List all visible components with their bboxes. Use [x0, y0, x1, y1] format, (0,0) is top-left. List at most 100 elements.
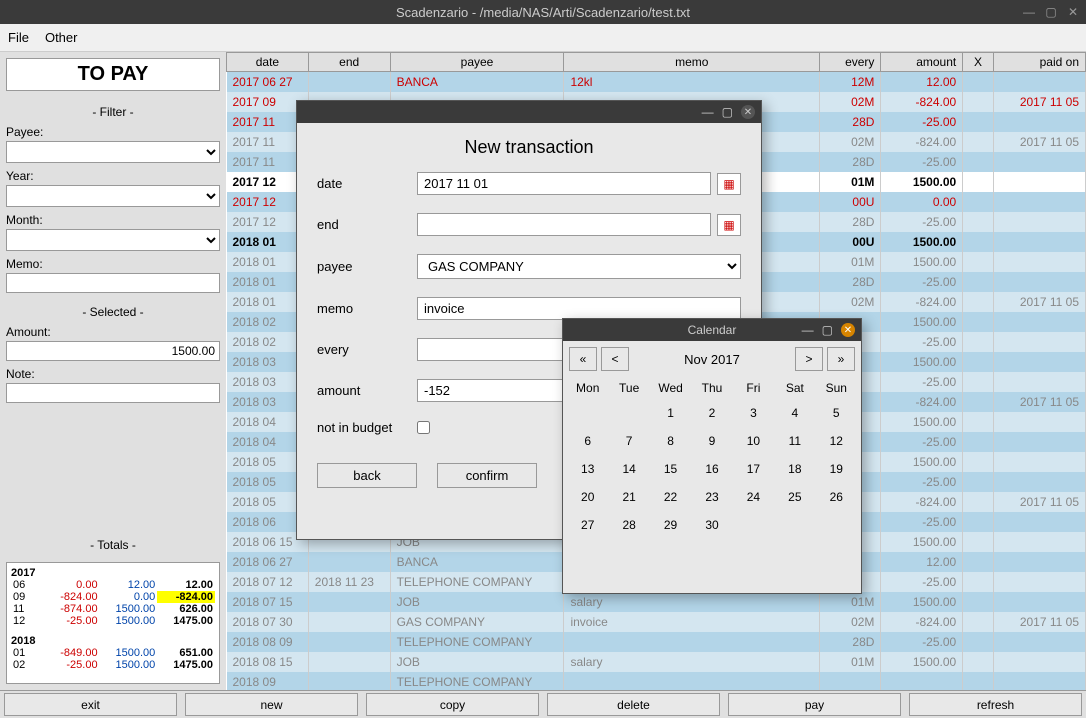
year-label: Year:	[6, 169, 220, 183]
calendar-day[interactable]: 4	[774, 399, 815, 427]
nt-payee-select[interactable]: GAS COMPANY	[417, 254, 741, 279]
calendar-day[interactable]: 6	[567, 427, 608, 455]
calendar-day[interactable]: 5	[816, 399, 857, 427]
header-x[interactable]: X	[963, 53, 994, 72]
calendar-day[interactable]: 15	[650, 455, 691, 483]
calendar-day[interactable]: 7	[608, 427, 649, 455]
calendar-day[interactable]: 23	[691, 483, 732, 511]
calendar-day[interactable]: 9	[691, 427, 732, 455]
new-button[interactable]: new	[185, 693, 358, 716]
refresh-button[interactable]: refresh	[909, 693, 1082, 716]
memo-input[interactable]	[6, 273, 220, 293]
calendar-day[interactable]: 22	[650, 483, 691, 511]
calendar-day	[816, 511, 857, 539]
table-row[interactable]: 2018 08 15JOBsalary01M1500.00	[227, 652, 1086, 672]
minimize-icon[interactable]: —	[1022, 5, 1036, 19]
delete-button[interactable]: delete	[547, 693, 720, 716]
nt-date-label: date	[317, 176, 417, 191]
menu-file[interactable]: File	[8, 30, 29, 45]
header-amount[interactable]: amount	[881, 53, 963, 72]
header-date[interactable]: date	[227, 53, 309, 72]
nt-memo-input[interactable]	[417, 297, 741, 320]
note-input[interactable]	[6, 383, 220, 403]
header-every[interactable]: every	[820, 53, 881, 72]
calendar-day[interactable]: 16	[691, 455, 732, 483]
calendar-day[interactable]: 8	[650, 427, 691, 455]
year-select[interactable]	[6, 185, 220, 207]
calendar-day[interactable]: 13	[567, 455, 608, 483]
nt-end-input[interactable]	[417, 213, 711, 236]
calendar-day[interactable]: 29	[650, 511, 691, 539]
calendar-prev-month-button[interactable]: <	[601, 347, 629, 371]
calendar-day[interactable]: 3	[733, 399, 774, 427]
calendar-minimize-icon[interactable]: —	[802, 323, 814, 337]
nt-date-input[interactable]	[417, 172, 711, 195]
calendar-prev-year-button[interactable]: «	[569, 347, 597, 371]
selected-title: - Selected -	[6, 305, 220, 319]
calendar-maximize-icon[interactable]: ▢	[822, 323, 833, 337]
calendar-icon[interactable]: ▦	[717, 173, 741, 195]
calendar-day[interactable]: 18	[774, 455, 815, 483]
dialog-minimize-icon[interactable]: —	[702, 105, 714, 119]
amount-input[interactable]	[6, 341, 220, 361]
calendar-day[interactable]: 28	[608, 511, 649, 539]
calendar-dow: Sat	[774, 377, 815, 399]
calendar-icon[interactable]: ▦	[717, 214, 741, 236]
header-paid[interactable]: paid on	[993, 53, 1085, 72]
calendar-day[interactable]: 10	[733, 427, 774, 455]
table-row[interactable]: 2017 06 27BANCA12kl12M12.00	[227, 72, 1086, 92]
totals-box: 2017060.0012.0012.0009-824.000.00-824.00…	[6, 562, 220, 684]
calendar-month-label: Nov 2017	[633, 352, 791, 367]
filter-title: - Filter -	[6, 105, 220, 119]
calendar-day[interactable]: 19	[816, 455, 857, 483]
header-memo[interactable]: memo	[564, 53, 820, 72]
dialog-close-icon[interactable]: ✕	[741, 105, 755, 119]
calendar-day[interactable]: 17	[733, 455, 774, 483]
calendar-close-icon[interactable]: ✕	[841, 323, 855, 337]
calendar-dow: Wed	[650, 377, 691, 399]
calendar-day[interactable]: 26	[816, 483, 857, 511]
pay-button[interactable]: pay	[728, 693, 901, 716]
maximize-icon[interactable]: ▢	[1044, 5, 1058, 19]
header-end[interactable]: end	[308, 53, 390, 72]
calendar-next-month-button[interactable]: >	[795, 347, 823, 371]
close-icon[interactable]: ✕	[1066, 5, 1080, 19]
nt-memo-label: memo	[317, 301, 417, 316]
nt-every-label: every	[317, 342, 417, 357]
menu-other[interactable]: Other	[45, 30, 78, 45]
payee-label: Payee:	[6, 125, 220, 139]
calendar-day	[567, 399, 608, 427]
month-select[interactable]	[6, 229, 220, 251]
calendar-day[interactable]: 1	[650, 399, 691, 427]
nt-nib-label: not in budget	[317, 420, 417, 435]
table-row[interactable]: 2018 07 30GAS COMPANYinvoice02M-824.0020…	[227, 612, 1086, 632]
copy-button[interactable]: copy	[366, 693, 539, 716]
calendar-day[interactable]: 2	[691, 399, 732, 427]
calendar-next-year-button[interactable]: »	[827, 347, 855, 371]
table-row[interactable]: 2018 08 09TELEPHONE COMPANY28D-25.00	[227, 632, 1086, 652]
header-payee[interactable]: payee	[390, 53, 564, 72]
back-button[interactable]: back	[317, 463, 417, 488]
sidebar: TO PAY - Filter - Payee: Year: Month: Me…	[0, 52, 226, 690]
table-row[interactable]: 2018 07 15JOBsalary01M1500.00	[227, 592, 1086, 612]
calendar-day[interactable]: 20	[567, 483, 608, 511]
menubar: File Other	[0, 24, 1086, 52]
dialog-titlebar[interactable]: — ▢ ✕	[297, 101, 761, 123]
calendar-day[interactable]: 21	[608, 483, 649, 511]
payee-select[interactable]	[6, 141, 220, 163]
table-row[interactable]: 2018 09TELEPHONE COMPANY	[227, 672, 1086, 691]
calendar-day[interactable]: 14	[608, 455, 649, 483]
confirm-button[interactable]: confirm	[437, 463, 537, 488]
calendar-day[interactable]: 24	[733, 483, 774, 511]
calendar-day[interactable]: 30	[691, 511, 732, 539]
exit-button[interactable]: exit	[4, 693, 177, 716]
calendar-day[interactable]: 27	[567, 511, 608, 539]
calendar-day[interactable]: 11	[774, 427, 815, 455]
calendar-titlebar[interactable]: Calendar — ▢ ✕	[563, 319, 861, 341]
note-label: Note:	[6, 367, 220, 381]
dialog-maximize-icon[interactable]: ▢	[722, 105, 733, 119]
nt-nib-checkbox[interactable]	[417, 421, 430, 434]
month-label: Month:	[6, 213, 220, 227]
calendar-day[interactable]: 25	[774, 483, 815, 511]
calendar-day[interactable]: 12	[816, 427, 857, 455]
